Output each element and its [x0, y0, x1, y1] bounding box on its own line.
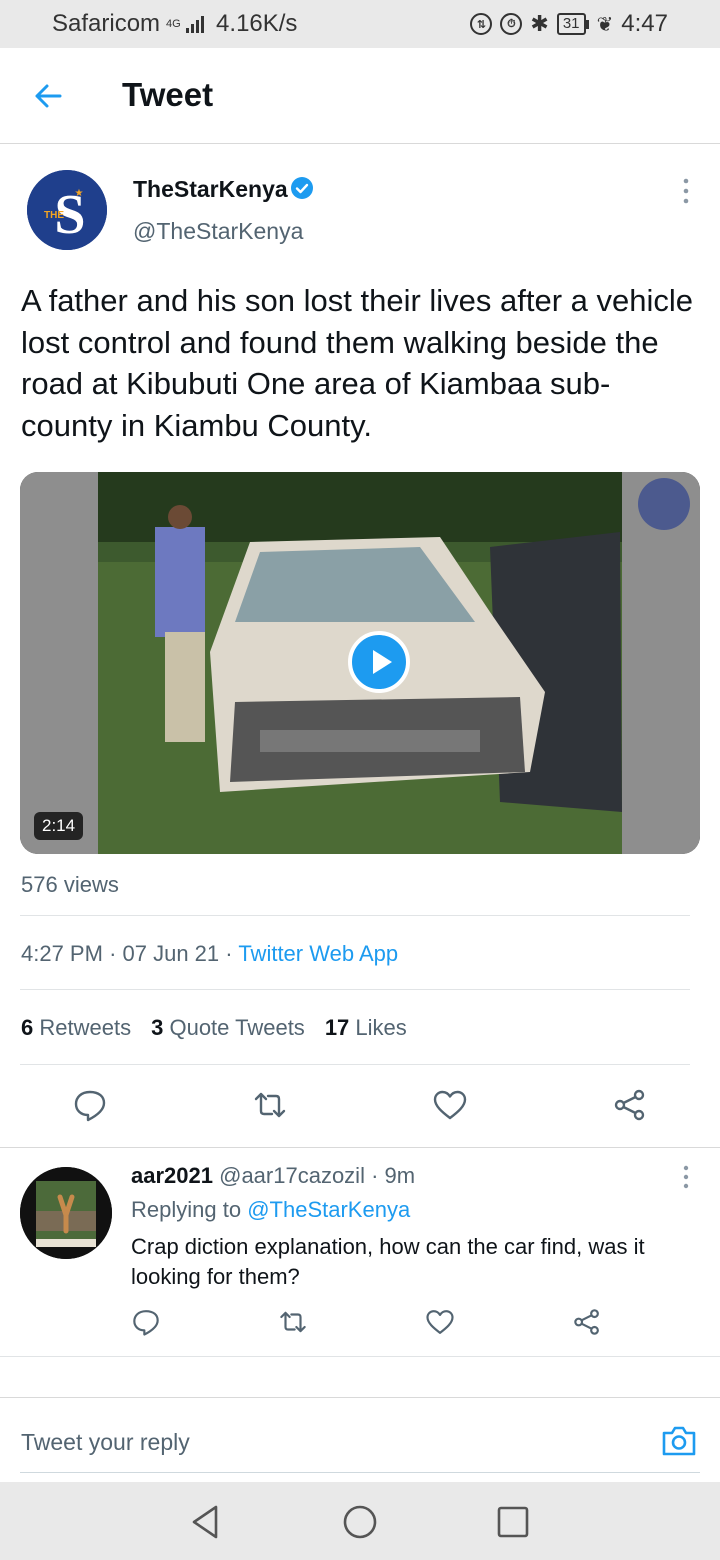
- reply-avatar-image: [20, 1167, 112, 1259]
- page-title: Tweet: [122, 76, 214, 113]
- replying-mention[interactable]: @TheStarKenya: [247, 1197, 410, 1222]
- reply-input[interactable]: [21, 1422, 621, 1462]
- verified-icon: [291, 177, 313, 199]
- divider: [20, 989, 690, 990]
- retweets-count: 6: [21, 1015, 34, 1040]
- reply-more-icon[interactable]: [676, 1163, 696, 1191]
- retweets-stat[interactable]: 6 Retweets: [21, 1015, 131, 1041]
- share-icon[interactable]: [612, 1087, 648, 1123]
- tweet-actions: [0, 1085, 720, 1129]
- avatar-text: THE: [44, 210, 64, 221]
- author-handle[interactable]: @TheStarKenya: [133, 218, 303, 245]
- likes-count: 17: [324, 1015, 350, 1040]
- tweet-stats: 6 Retweets 3 Quote Tweets 17 Likes: [21, 1015, 407, 1041]
- reply-text: Crap diction explanation, how can the ca…: [131, 1234, 645, 1289]
- app-header: Tweet: [0, 48, 720, 144]
- reply-separator: ·: [371, 1163, 379, 1188]
- divider: [20, 1064, 690, 1065]
- like-icon[interactable]: [432, 1087, 468, 1123]
- input-underline: [20, 1472, 700, 1473]
- nav-back-icon[interactable]: [186, 1502, 226, 1542]
- video-duration: 2:14: [34, 812, 84, 840]
- divider: [20, 915, 690, 916]
- bluetooth-icon: ✱: [530, 11, 549, 36]
- likes-stat[interactable]: 17 Likes: [325, 1015, 407, 1041]
- reply-age: 9m: [384, 1163, 416, 1188]
- meta-separator: ·: [225, 941, 239, 966]
- likes-label: Likes: [355, 1015, 407, 1040]
- retweets-label: Retweets: [39, 1015, 132, 1040]
- reply-author-name[interactable]: aar2021: [131, 1163, 213, 1188]
- reply-icon[interactable]: [131, 1307, 161, 1337]
- author-avatar[interactable]: S THE ★: [27, 170, 107, 250]
- reply-header: aar2021 @aar17cazozil · 9m: [131, 1163, 415, 1189]
- video-player[interactable]: 2:14: [20, 472, 700, 854]
- section-divider: [0, 1147, 720, 1148]
- data-saver-icon: ⇅: [470, 13, 493, 35]
- battery-level: 31: [556, 13, 586, 35]
- system-nav-bar: [0, 1482, 720, 1560]
- retweet-icon[interactable]: [252, 1087, 288, 1123]
- nav-recents-icon[interactable]: [493, 1502, 533, 1542]
- star-logo-icon: S THE ★: [27, 170, 107, 250]
- network-speed: 4.16K/s: [216, 10, 298, 37]
- reply-icon[interactable]: [72, 1087, 108, 1123]
- retweet-icon[interactable]: [278, 1307, 308, 1337]
- clock-time: 4:47: [621, 10, 668, 37]
- status-bar: Safaricom 4G 4.16K/s ⇅ ⏱ ✱ 31 ❦ 4:47: [0, 0, 720, 48]
- quotes-count: 3: [151, 1015, 164, 1040]
- carrier-name: Safaricom: [52, 10, 161, 37]
- view-count: 576 views: [21, 872, 119, 897]
- quotes-label: Quote Tweets: [169, 1015, 305, 1040]
- leaf-icon: ❦: [596, 13, 614, 36]
- divider: [0, 1356, 720, 1357]
- signal-icon: [186, 15, 205, 33]
- reply-author-handle[interactable]: @aar17cazozil: [219, 1163, 365, 1188]
- battery-icon: 31: [556, 13, 589, 35]
- replying-to: Replying to @TheStarKenya: [131, 1197, 410, 1223]
- replying-label: Replying to: [131, 1197, 242, 1222]
- reply-avatar[interactable]: [20, 1167, 112, 1259]
- tweet-meta: 4:27 PM · 07 Jun 21 · Twitter Web App: [21, 941, 398, 967]
- reply-actions: [0, 1305, 720, 1339]
- tweet-date: 07 Jun 21: [122, 941, 220, 966]
- tweet-text: A father and his son lost their lives af…: [21, 283, 694, 443]
- more-icon[interactable]: [676, 176, 696, 206]
- like-icon[interactable]: [425, 1307, 455, 1337]
- network-type: 4G: [166, 17, 181, 30]
- share-icon[interactable]: [572, 1307, 602, 1337]
- meta-separator: ·: [109, 941, 123, 966]
- nav-home-icon[interactable]: [340, 1502, 380, 1542]
- author-name[interactable]: TheStarKenya: [133, 176, 288, 203]
- tweet-time: 4:27 PM: [21, 941, 103, 966]
- tweet-source[interactable]: Twitter Web App: [238, 941, 398, 966]
- quotes-stat[interactable]: 3 Quote Tweets: [151, 1015, 305, 1041]
- svg-text:★: ★: [75, 188, 84, 199]
- camera-icon[interactable]: [660, 1422, 698, 1460]
- play-icon[interactable]: [348, 631, 410, 693]
- status-right: ⇅ ⏱ ✱ 31 ❦ 4:47: [470, 10, 668, 38]
- status-left: Safaricom 4G 4.16K/s: [52, 10, 297, 38]
- alarm-icon: ⏱: [500, 13, 523, 35]
- composer-divider: [0, 1397, 720, 1398]
- back-arrow-icon[interactable]: [30, 78, 66, 114]
